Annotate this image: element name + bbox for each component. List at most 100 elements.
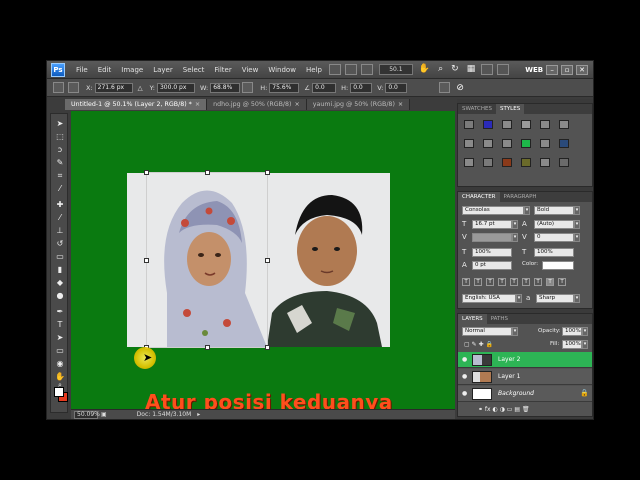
style-swatch[interactable] xyxy=(559,158,569,167)
layer-row-layer-1[interactable]: ● Layer 1 xyxy=(458,369,592,385)
language-field[interactable]: English: USA xyxy=(462,294,516,303)
tab-close-icon[interactable]: × xyxy=(398,101,403,108)
hskew-field[interactable]: 0.0 xyxy=(350,82,373,93)
lock-options-icon[interactable]: ▢ ✎ ✚ 🔒 xyxy=(464,341,493,348)
font-style-field[interactable]: Bold xyxy=(534,206,574,215)
angle-field[interactable]: 0.0 xyxy=(312,82,337,93)
mini-bridge-icon[interactable] xyxy=(344,64,357,75)
marquee-tool-icon[interactable]: ⬚ xyxy=(54,131,66,142)
blend-mode-field[interactable]: Normal xyxy=(462,327,512,336)
tab-styles[interactable]: STYLES xyxy=(495,104,525,114)
history-brush-tool-icon[interactable]: ↺ xyxy=(54,238,66,249)
style-swatch[interactable] xyxy=(483,139,493,148)
warp-icon[interactable] xyxy=(439,82,451,93)
pen-tool-icon[interactable]: ✒ xyxy=(54,306,66,317)
superscript-icon[interactable]: T xyxy=(510,278,518,286)
transform-handle-right[interactable] xyxy=(265,258,270,263)
vertical-scale-field[interactable]: 100% xyxy=(472,248,512,257)
y-field[interactable]: 300.0 px xyxy=(156,82,195,93)
font-size-dropdown-icon[interactable]: ▾ xyxy=(512,220,518,229)
transform-handle-top-left[interactable] xyxy=(144,170,149,175)
subscript-icon[interactable]: T xyxy=(522,278,530,286)
menu-select[interactable]: Select xyxy=(178,66,210,74)
font-family-field[interactable]: Consolas xyxy=(462,206,524,215)
cancel-transform-icon[interactable]: ⊘ xyxy=(456,83,464,93)
blend-mode-dropdown-icon[interactable]: ▾ xyxy=(512,327,518,336)
opacity-field[interactable]: 100% xyxy=(562,327,582,336)
underline-icon[interactable]: T xyxy=(534,278,542,286)
style-swatch[interactable] xyxy=(483,120,493,129)
restore-button[interactable]: ▫ xyxy=(561,64,574,75)
lasso-tool-icon[interactable]: ↄ xyxy=(54,144,66,155)
strikethrough-icon[interactable]: T xyxy=(546,278,554,286)
menu-image[interactable]: Image xyxy=(116,66,148,74)
tracking-dropdown-icon[interactable]: ▾ xyxy=(574,233,580,242)
style-swatch[interactable] xyxy=(540,158,550,167)
menu-view[interactable]: View xyxy=(237,66,264,74)
style-swatch[interactable] xyxy=(521,139,531,148)
style-swatch[interactable] xyxy=(464,120,474,129)
transform-handle-left[interactable] xyxy=(144,258,149,263)
fill-field[interactable]: 100% xyxy=(562,340,582,349)
height-field[interactable]: 75.6% xyxy=(269,82,300,93)
style-swatch[interactable] xyxy=(502,139,512,148)
antialias-field[interactable]: Sharp xyxy=(536,294,574,303)
style-swatch[interactable] xyxy=(559,120,569,129)
small-caps-icon[interactable]: T xyxy=(498,278,506,286)
ruler-icon[interactable] xyxy=(360,64,373,75)
blur-tool-icon[interactable]: ◆ xyxy=(54,277,66,288)
kerning-field[interactable] xyxy=(472,233,512,242)
transform-handle-bottom-right[interactable] xyxy=(265,345,270,350)
3d-rotate-tool-icon[interactable]: ◉ xyxy=(54,358,66,369)
healing-brush-tool-icon[interactable]: ✚ xyxy=(54,199,66,210)
zoom-level-field[interactable]: 50.1 xyxy=(378,64,413,75)
tab-swatches[interactable]: SWATCHES xyxy=(458,104,496,114)
dodge-tool-icon[interactable]: ● xyxy=(54,290,66,301)
grid-icon[interactable]: ▦ xyxy=(467,65,476,74)
shape-tool-icon[interactable]: ▭ xyxy=(54,345,66,356)
tab-layers[interactable]: LAYERS xyxy=(458,314,487,324)
tab-yaumi[interactable]: yaumi.jpg @ 50% (RGB/8) × xyxy=(306,99,411,110)
visibility-eye-icon[interactable]: ● xyxy=(462,356,469,363)
style-swatch[interactable] xyxy=(559,139,569,148)
status-icon[interactable]: ▣ xyxy=(101,411,107,418)
clone-stamp-tool-icon[interactable]: ⊥ xyxy=(54,225,66,236)
tracking-field[interactable]: 0 xyxy=(534,233,574,242)
transform-handle-bottom[interactable] xyxy=(205,345,210,350)
link-icon[interactable] xyxy=(242,82,254,93)
width-field[interactable]: 68.8% xyxy=(210,82,241,93)
kerning-dropdown-icon[interactable]: ▾ xyxy=(512,233,518,242)
tab-close-icon[interactable]: × xyxy=(195,101,200,108)
foreground-color-swatch[interactable] xyxy=(54,387,64,397)
style-swatch[interactable] xyxy=(483,158,493,167)
minimize-button[interactable]: – xyxy=(546,64,559,75)
menu-layer[interactable]: Layer xyxy=(148,66,178,74)
bridge-icon[interactable] xyxy=(328,64,341,75)
style-swatch[interactable] xyxy=(464,158,474,167)
horizontal-scale-field[interactable]: 100% xyxy=(534,248,574,257)
status-zoom-field[interactable]: 50.09% xyxy=(74,410,100,419)
move-tool-icon[interactable]: ➤ xyxy=(54,118,66,129)
language-dropdown-icon[interactable]: ▾ xyxy=(516,294,522,303)
status-menu-arrow-icon[interactable]: ▸ xyxy=(197,411,200,418)
visibility-eye-icon[interactable]: ● xyxy=(462,390,469,397)
hand-icon[interactable]: ✋ xyxy=(419,65,430,74)
faux-bold-icon[interactable]: T xyxy=(462,278,470,286)
faux-italic-icon[interactable]: T xyxy=(474,278,482,286)
style-swatch[interactable] xyxy=(521,158,531,167)
style-swatch[interactable] xyxy=(540,120,550,129)
tab-paragraph[interactable]: PARAGRAPH xyxy=(500,192,541,202)
quick-select-tool-icon[interactable]: ✎ xyxy=(54,157,66,168)
style-swatch[interactable] xyxy=(540,139,550,148)
tab-ndho[interactable]: ndho.jpg @ 50% (RGB/8) × xyxy=(207,99,307,110)
menu-file[interactable]: File xyxy=(71,66,93,74)
eyedropper-tool-icon[interactable]: ⁄ xyxy=(54,183,66,194)
menu-window[interactable]: Window xyxy=(263,66,301,74)
font-style-dropdown-icon[interactable]: ▾ xyxy=(574,206,580,215)
visibility-eye-icon[interactable]: ● xyxy=(462,373,469,380)
crop-tool-icon[interactable]: ⌗ xyxy=(54,170,66,181)
type-tool-icon[interactable]: T xyxy=(54,319,66,330)
transform-handle-top[interactable] xyxy=(205,170,210,175)
vskew-field[interactable]: 0.0 xyxy=(385,82,408,93)
reference-point-icon[interactable] xyxy=(68,82,79,93)
